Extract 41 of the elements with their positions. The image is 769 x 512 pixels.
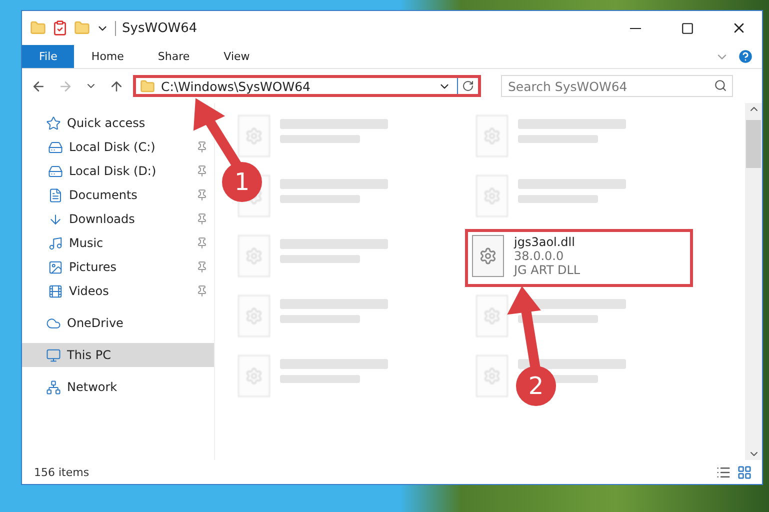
properties-icon[interactable] [52,20,68,36]
details-view-icon[interactable] [716,464,731,480]
sidebar-item[interactable]: Downloads [22,207,214,231]
search-icon[interactable] [714,79,727,92]
ribbon-tab[interactable]: File [22,45,74,68]
address-bar[interactable]: C:\Windows\SysWOW64 [133,75,481,97]
sidebar-item[interactable]: Documents [22,183,214,207]
refresh-icon [462,80,474,92]
sidebar-item[interactable]: Quick access [22,111,152,135]
ribbon-tab[interactable]: Share [140,45,207,68]
sidebar-item[interactable]: Network [22,375,124,399]
search-field[interactable]: Search SysWOW64 [501,75,733,97]
forward-arrow-icon [58,78,73,94]
item-count: 156 items [34,466,90,478]
pin-icon[interactable] [196,237,208,249]
ribbon-tab[interactable]: Home [74,45,141,68]
pin-icon[interactable] [196,141,208,153]
pin-icon[interactable] [196,213,208,225]
pin-icon[interactable] [196,189,208,201]
tiles-view-icon[interactable] [737,464,752,480]
file-name: jgs3aol.dll [514,235,576,249]
sidebar-item[interactable]: Local Disk (D:) [22,159,214,183]
sidebar-item[interactable]: OneDrive [22,311,130,335]
sidebar-item[interactable]: Local Disk (C:) [22,135,214,159]
pin-icon[interactable] [196,165,208,177]
file-detail: 38.0.0.0 [514,249,565,263]
maximize-icon [680,22,694,34]
scrollbar-thumb[interactable] [746,120,761,168]
scrollbar[interactable] [745,103,762,460]
highlighted-file-item[interactable]: jgs3aol.dll 38.0.0.0 JG ART DLL [465,229,693,287]
ribbon-tab[interactable]: View [206,45,267,68]
window-title: SysWOW64 [115,20,606,36]
new-folder-icon[interactable] [74,20,90,36]
file-detail: JG ART DLL [514,263,580,277]
pin-icon[interactable] [196,285,208,297]
sidebar-item[interactable]: Pictures [22,255,214,279]
sidebar-item[interactable]: This PC [22,343,214,367]
help-icon[interactable] [737,48,754,65]
pin-icon[interactable] [196,261,208,273]
sidebar-item[interactable]: Music [22,231,214,255]
sidebar-item[interactable]: Videos [22,279,214,303]
